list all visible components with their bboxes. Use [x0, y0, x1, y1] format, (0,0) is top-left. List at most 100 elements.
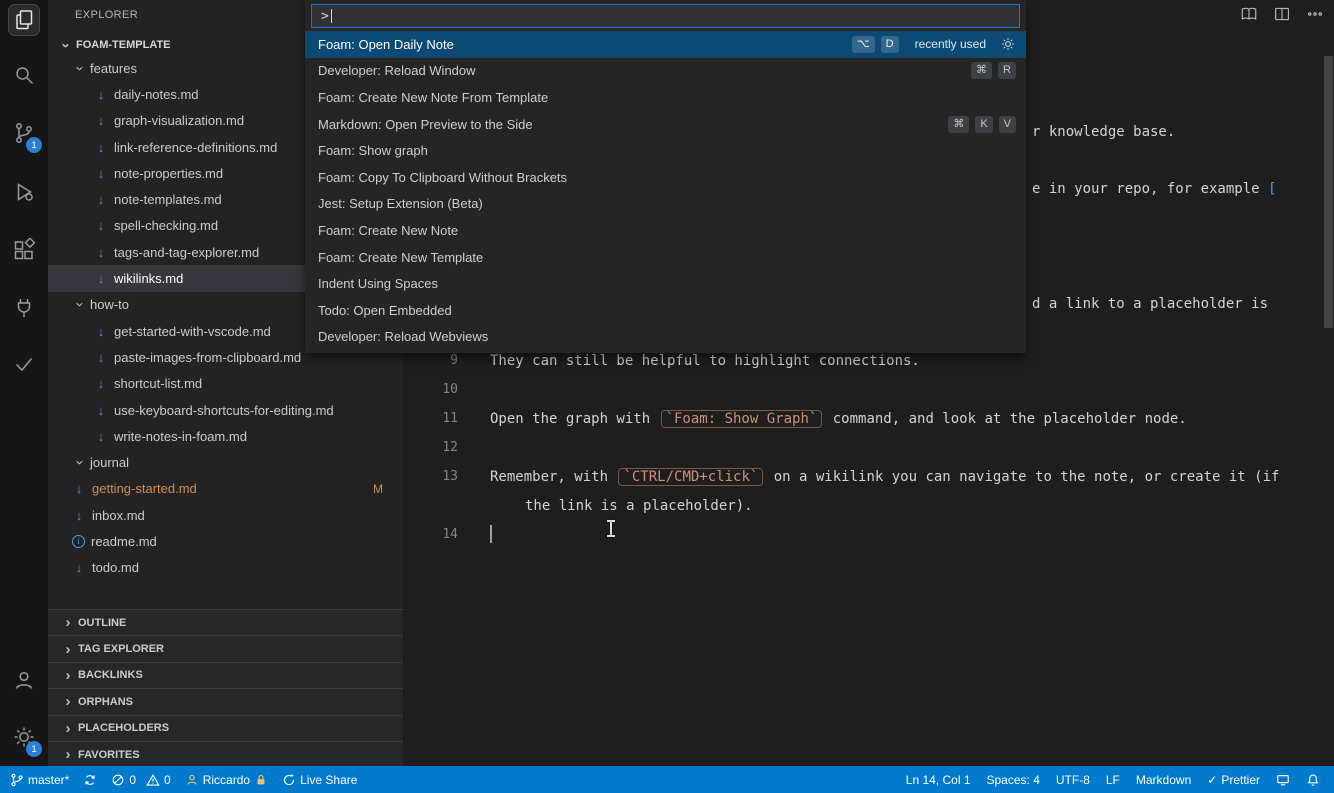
editor-line-13[interactable]: 13 Remember, with `CTRL/CMD+click` on a …	[403, 462, 1279, 491]
encoding-item[interactable]: UTF-8	[1056, 773, 1090, 787]
git-branch-item[interactable]: master*	[10, 773, 69, 787]
vscode-window: 1 1 EXPLORER › FOAM-TEMPLATE › features …	[0, 0, 1334, 793]
command-prompt: >	[321, 8, 329, 24]
editor-line-10[interactable]: 10	[403, 375, 490, 404]
markdown-file-icon: ↓	[75, 481, 83, 497]
sync-icon[interactable]	[83, 773, 97, 787]
formatter-item[interactable]: ✓ Prettier	[1207, 773, 1260, 787]
remote-window-icon[interactable]	[1276, 773, 1290, 787]
file-label: inbox.md	[92, 507, 145, 523]
eol-item[interactable]: LF	[1106, 773, 1120, 787]
branch-icon	[11, 773, 23, 786]
line-number: 13	[442, 469, 458, 484]
tree-item-todo[interactable]: ↓ todo.md	[48, 555, 403, 581]
palette-item-show-graph[interactable]: Foam: Show graph	[305, 137, 1026, 164]
editor-line-11[interactable]: 11 Open the graph with `Foam: Show Graph…	[403, 404, 1187, 433]
tree-item-write-notes-in-foam[interactable]: ↓ write-notes-in-foam.md	[48, 423, 403, 449]
notifications-bell-icon[interactable]	[1306, 773, 1320, 787]
tree-item-shortcut-list[interactable]: ↓ shortcut-list.md	[48, 371, 403, 397]
markdown-file-icon: ↓	[97, 349, 105, 365]
folder-label: features	[90, 60, 137, 76]
palette-item-jest-setup[interactable]: Jest: Setup Extension (Beta)	[305, 191, 1026, 218]
line-number: 9	[450, 353, 458, 368]
run-debug-icon[interactable]	[8, 176, 40, 208]
input-caret	[330, 9, 332, 23]
palette-item-copy-without-brackets[interactable]: Foam: Copy To Clipboard Without Brackets	[305, 164, 1026, 191]
panel-label: PLACEHOLDERS	[78, 722, 170, 735]
line-number: 10	[442, 382, 458, 397]
panel-backlinks[interactable]: › BACKLINKS	[48, 661, 403, 689]
check-icon: ✓	[1207, 772, 1218, 787]
palette-item-create-new-note[interactable]: Foam: Create New Note	[305, 217, 1026, 244]
file-label: spell-checking.md	[114, 218, 219, 234]
line-number: 12	[442, 440, 458, 455]
configure-keybinding-gear-icon[interactable]	[1000, 36, 1016, 52]
testing-check-icon[interactable]	[8, 348, 40, 380]
problems-item[interactable]: 0 0	[111, 773, 171, 787]
split-editor-icon[interactable]	[1273, 5, 1291, 28]
live-share-icon	[284, 773, 295, 785]
editor-scrollbar[interactable]	[1324, 56, 1333, 328]
tree-item-inbox[interactable]: ↓ inbox.md	[48, 502, 403, 528]
live-share-user-item[interactable]: Riccardo	[185, 773, 268, 787]
tree-item-journal[interactable]: › journal	[48, 449, 403, 475]
open-preview-icon[interactable]	[1240, 5, 1258, 28]
editor-text-fragment[interactable]: e in your repo, for example [	[1032, 174, 1276, 203]
panel-outline[interactable]: › OUTLINE	[48, 609, 403, 636]
tree-item-readme[interactable]: i readme.md	[48, 528, 403, 554]
panel-placeholders[interactable]: › PLACEHOLDERS	[48, 714, 403, 741]
language-mode-item[interactable]: Markdown	[1136, 773, 1191, 787]
cursor-position-item[interactable]: Ln 14, Col 1	[906, 773, 971, 787]
explorer-icon[interactable]	[8, 4, 40, 36]
chevron-down-icon: ›	[57, 42, 75, 48]
errors-icon	[112, 774, 124, 785]
markdown-file-icon: ↓	[75, 507, 83, 523]
editor-text-fragment[interactable]: d a link to a placeholder is	[1032, 289, 1268, 318]
sidebar-panels: › OUTLINE › TAG EXPLORER › BACKLINKS › O…	[48, 609, 403, 768]
palette-item-indent-using-spaces[interactable]: Indent Using Spaces	[305, 270, 1026, 297]
palette-item-create-new-template[interactable]: Foam: Create New Template	[305, 244, 1026, 271]
palette-item-todo-open-embedded[interactable]: Todo: Open Embedded	[305, 297, 1026, 324]
chevron-right-icon: ›	[65, 640, 71, 658]
palette-item-reload-webviews[interactable]: Developer: Reload Webviews	[305, 324, 1026, 351]
tree-item-getting-started[interactable]: ↓ getting-started.md M	[48, 476, 403, 502]
file-label: link-reference-definitions.md	[114, 139, 278, 155]
markdown-file-icon: ↓	[97, 165, 105, 181]
markdown-file-icon: ↓	[97, 402, 105, 418]
panel-favorites[interactable]: › FAVORITES	[48, 740, 403, 768]
markdown-file-icon: ↓	[97, 244, 105, 260]
chevron-down-icon: ›	[71, 460, 89, 466]
chevron-right-icon: ›	[65, 746, 71, 764]
editor-line-13-wrap[interactable]: the link is a placeholder).	[403, 491, 753, 520]
markdown-file-icon: ↓	[97, 139, 105, 155]
chevron-down-icon: ›	[71, 65, 89, 71]
panel-tag-explorer[interactable]: › TAG EXPLORER	[48, 635, 403, 662]
palette-item-create-note-from-template[interactable]: Foam: Create New Note From Template	[305, 84, 1026, 111]
palette-item-reload-window[interactable]: Developer: Reload Window ⌘ R	[305, 58, 1026, 85]
extensions-icon[interactable]	[8, 234, 40, 266]
editor-line-14[interactable]: 14	[403, 520, 490, 549]
inline-code: `CTRL/CMD+click`	[618, 467, 764, 486]
palette-item-open-preview-side[interactable]: Markdown: Open Preview to the Side ⌘ K V	[305, 111, 1026, 138]
markdown-file-icon: ↓	[97, 376, 105, 392]
editor-line-12[interactable]: 12	[403, 433, 490, 462]
palette-item-open-daily-note[interactable]: Foam: Open Daily Note ⌥ D recently used	[305, 31, 1026, 58]
indentation-item[interactable]: Spaces: 4	[987, 773, 1040, 787]
search-icon[interactable]	[8, 59, 40, 91]
account-icon[interactable]	[8, 664, 40, 696]
panel-orphans[interactable]: › ORPHANS	[48, 688, 403, 715]
command-input[interactable]: >	[311, 4, 1020, 28]
lock-icon	[257, 774, 265, 784]
live-share-item[interactable]: Live Share	[282, 773, 357, 787]
remote-plug-icon[interactable]	[8, 292, 40, 324]
more-actions-icon[interactable]	[1306, 5, 1324, 28]
tree-item-use-keyboard-shortcuts[interactable]: ↓ use-keyboard-shortcuts-for-editing.md	[48, 397, 403, 423]
panel-label: FAVORITES	[78, 748, 140, 761]
root-label: FOAM-TEMPLATE	[76, 39, 171, 51]
file-label: shortcut-list.md	[114, 376, 203, 392]
editor-text-fragment[interactable]: r knowledge base.	[1032, 117, 1175, 146]
text-cursor	[490, 525, 492, 543]
bracket-token: [	[1268, 180, 1277, 197]
line-number: 11	[442, 411, 458, 426]
keybinding-chip: ⌥	[851, 35, 875, 53]
